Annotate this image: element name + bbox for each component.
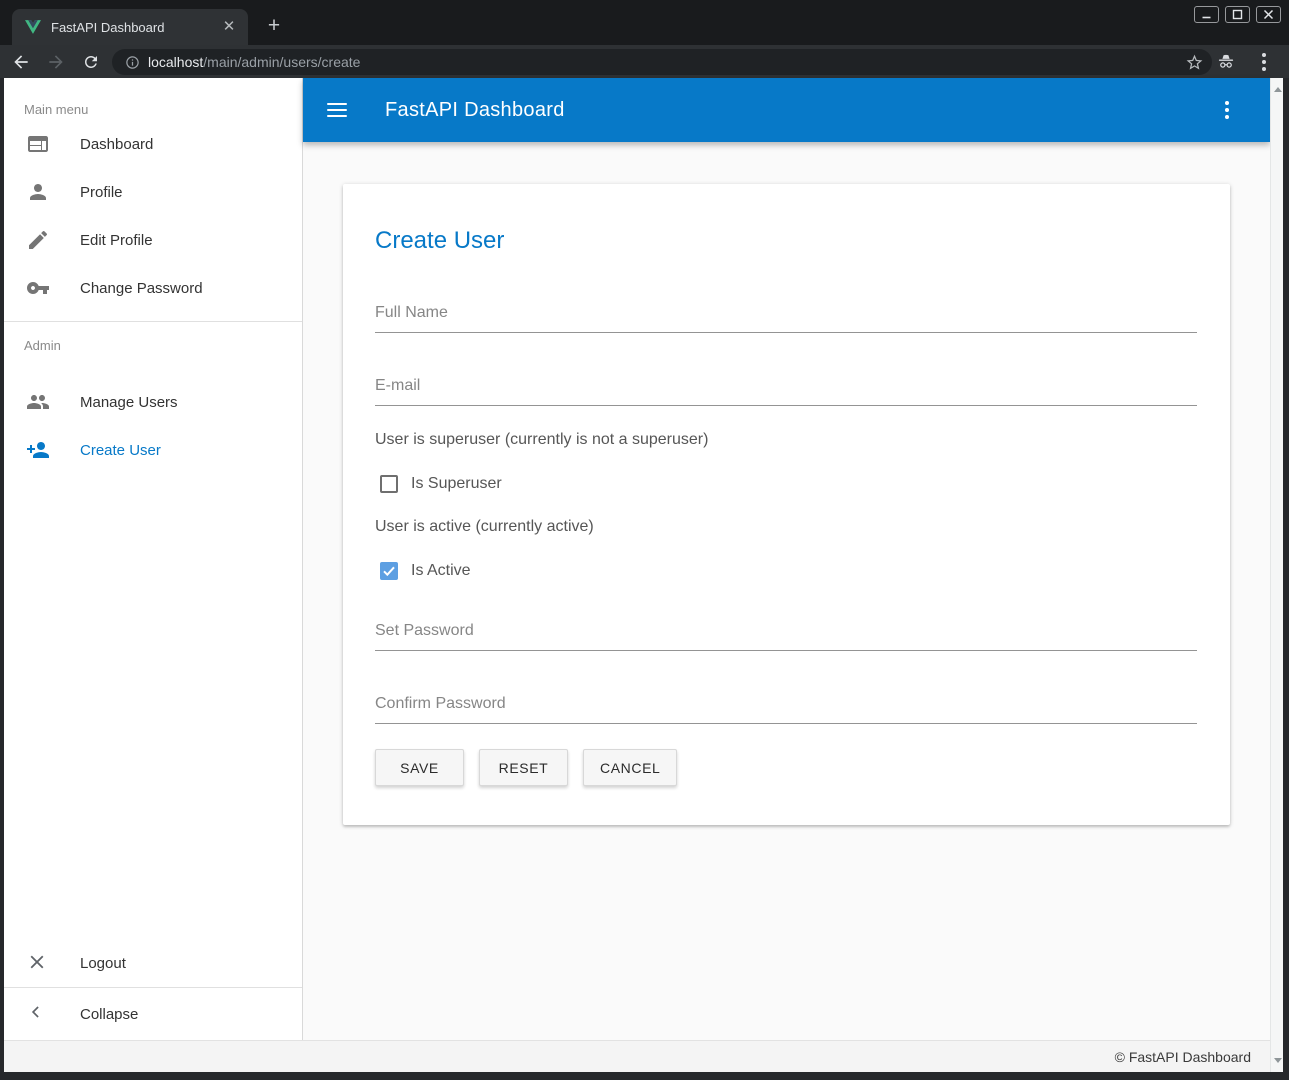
set-password-field-wrap xyxy=(375,622,1197,651)
active-hint: User is active (currently active) xyxy=(375,518,1197,536)
save-button[interactable]: SAVE xyxy=(375,749,464,786)
main-menu-section-label: Main menu xyxy=(4,78,302,120)
incognito-icon xyxy=(1215,52,1237,72)
sidebar-item-label: Dashboard xyxy=(80,136,153,153)
bookmark-star-icon[interactable] xyxy=(1185,53,1204,72)
person-icon xyxy=(26,180,50,204)
page-scrollbar[interactable] xyxy=(1270,78,1283,1072)
is-superuser-label: Is Superuser xyxy=(411,475,502,493)
url-text: localhost/main/admin/users/create xyxy=(148,54,1185,70)
sidebar: Main menu Dashboard Profile Edit Profile… xyxy=(4,78,303,1040)
toolbar-right xyxy=(1215,45,1277,78)
app-title: FastAPI Dashboard xyxy=(385,99,1214,122)
vue-favicon xyxy=(25,20,41,34)
minimize-button[interactable] xyxy=(1194,6,1219,23)
browser-tab[interactable]: FastAPI Dashboard ✕ xyxy=(12,9,248,45)
close-window-button[interactable] xyxy=(1256,6,1281,23)
hamburger-menu-icon[interactable] xyxy=(327,97,353,123)
main-content: Create User User is superuser (currently… xyxy=(303,142,1270,1040)
tab-close-icon[interactable]: ✕ xyxy=(220,18,238,36)
app-menu-icon[interactable] xyxy=(1214,97,1240,123)
sidebar-item-label: Manage Users xyxy=(80,394,178,411)
app-bar: FastAPI Dashboard xyxy=(303,78,1270,142)
tab-title: FastAPI Dashboard xyxy=(51,20,220,35)
sidebar-item-manage-users[interactable]: Manage Users xyxy=(4,378,302,426)
confirm-password-input[interactable] xyxy=(375,695,1197,724)
sidebar-item-label: Profile xyxy=(80,184,123,201)
sidebar-item-label: Collapse xyxy=(80,1006,138,1023)
sidebar-item-profile[interactable]: Profile xyxy=(4,168,302,216)
sidebar-item-dashboard[interactable]: Dashboard xyxy=(4,120,302,168)
copyright-text: © FastAPI Dashboard xyxy=(1115,1049,1251,1065)
back-button[interactable] xyxy=(7,48,35,76)
admin-section-label: Admin xyxy=(4,322,302,364)
dashboard-icon xyxy=(26,132,50,156)
forward-button[interactable] xyxy=(42,48,70,76)
sidebar-item-logout[interactable]: Logout xyxy=(4,939,302,987)
sidebar-item-change-password[interactable]: Change Password xyxy=(4,264,302,312)
browser-menu-icon[interactable] xyxy=(1251,49,1277,75)
browser-window: FastAPI Dashboard ✕ + xyxy=(0,0,1289,1080)
close-x-icon xyxy=(26,951,50,975)
new-tab-button[interactable]: + xyxy=(260,13,288,41)
sidebar-item-label: Change Password xyxy=(80,280,203,297)
set-password-input[interactable] xyxy=(375,622,1197,651)
sidebar-item-label: Edit Profile xyxy=(80,232,153,249)
confirm-password-field-wrap xyxy=(375,695,1197,724)
app-footer: © FastAPI Dashboard xyxy=(4,1040,1283,1072)
is-active-checkbox-row[interactable]: Is Active xyxy=(375,562,1197,580)
person-add-icon xyxy=(26,438,50,462)
sidebar-item-edit-profile[interactable]: Edit Profile xyxy=(4,216,302,264)
create-user-card: Create User User is superuser (currently… xyxy=(343,184,1230,825)
email-field-wrap xyxy=(375,377,1197,406)
is-active-label: Is Active xyxy=(411,562,471,580)
sidebar-item-label: Logout xyxy=(80,955,126,972)
sidebar-item-label: Create User xyxy=(80,442,161,459)
scrollbar-down-arrow-icon[interactable] xyxy=(1274,1058,1282,1063)
email-input[interactable] xyxy=(375,377,1197,406)
is-superuser-checkbox-row[interactable]: Is Superuser xyxy=(375,475,1197,493)
site-info-icon[interactable] xyxy=(125,55,140,70)
page-title: Create User xyxy=(375,224,1197,258)
reload-button[interactable] xyxy=(77,48,105,76)
chevron-left-icon xyxy=(26,1002,50,1026)
window-controls xyxy=(1194,6,1281,23)
browser-titlebar: FastAPI Dashboard ✕ + xyxy=(0,0,1289,45)
form-actions: SAVE RESET CANCEL xyxy=(375,749,1197,786)
url-path: /main/admin/users/create xyxy=(203,54,360,70)
url-bar[interactable]: localhost/main/admin/users/create xyxy=(112,49,1212,75)
full-name-input[interactable] xyxy=(375,304,1197,333)
scrollbar-up-arrow-icon[interactable] xyxy=(1274,87,1282,92)
sidebar-item-create-user[interactable]: Create User xyxy=(4,426,302,474)
sidebar-item-collapse[interactable]: Collapse xyxy=(4,988,302,1040)
cancel-button[interactable]: CANCEL xyxy=(583,749,677,786)
superuser-hint: User is superuser (currently is not a su… xyxy=(375,431,1197,449)
key-icon xyxy=(26,276,50,300)
reset-button[interactable]: RESET xyxy=(479,749,568,786)
is-superuser-checkbox[interactable] xyxy=(380,475,398,493)
full-name-field-wrap xyxy=(375,304,1197,333)
url-host: localhost xyxy=(148,54,203,70)
checkmark-icon xyxy=(381,563,397,579)
is-active-checkbox[interactable] xyxy=(380,562,398,580)
people-icon xyxy=(26,390,50,414)
maximize-button[interactable] xyxy=(1225,6,1250,23)
pencil-icon xyxy=(26,228,50,252)
